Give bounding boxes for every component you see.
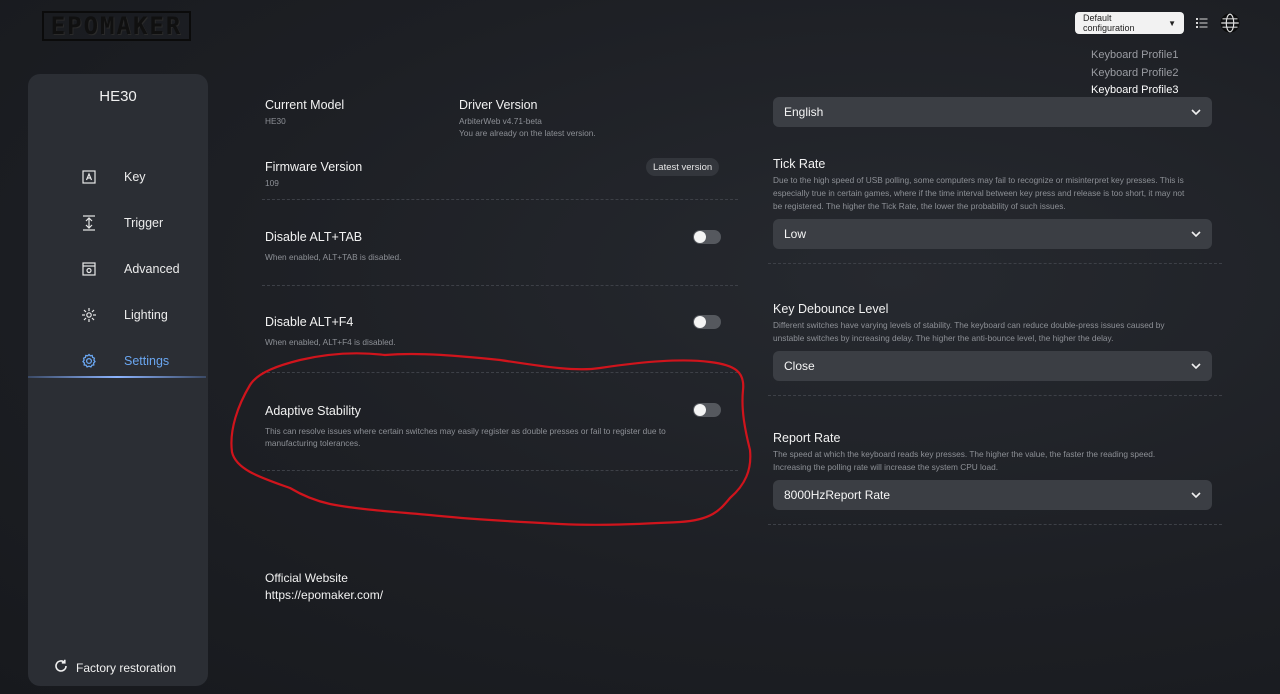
chevron-down-icon xyxy=(1191,490,1201,500)
trigger-icon xyxy=(80,214,98,232)
divider xyxy=(768,395,1222,396)
key-debounce-dropdown[interactable]: Close xyxy=(773,351,1212,381)
factory-restoration-button[interactable]: Factory restoration xyxy=(54,659,176,676)
disable-alt-tab-label: Disable ALT+TAB xyxy=(265,230,363,244)
sidebar-item-label: Settings xyxy=(124,354,170,368)
divider xyxy=(262,470,738,471)
tick-rate-description-cont: especially true in certain games, where … xyxy=(773,188,1185,198)
chevron-down-icon xyxy=(1191,107,1201,117)
current-model-label: Current Model xyxy=(265,98,345,112)
divider xyxy=(768,524,1222,525)
firmware-version-value: 109 xyxy=(265,178,279,188)
divider xyxy=(262,199,738,200)
sidebar-item-key[interactable]: Key xyxy=(28,154,208,200)
top-bar: Default configuration ▼ xyxy=(1075,12,1240,34)
globe-icon[interactable] xyxy=(1220,13,1240,33)
language-dropdown[interactable]: English xyxy=(773,97,1212,127)
divider xyxy=(262,285,738,286)
profile-item[interactable]: Keyboard Profile1 xyxy=(1091,47,1178,65)
report-rate-dropdown[interactable]: 8000HzReport Rate xyxy=(773,480,1212,510)
sidebar: HE30 Key Trigger Advanced Lighting Setti… xyxy=(28,74,208,686)
key-debounce-description: Different switches have varying levels o… xyxy=(773,320,1165,330)
sidebar-item-label: Advanced xyxy=(124,262,180,276)
divider xyxy=(768,263,1222,264)
configuration-select-value: Default configuration xyxy=(1083,13,1135,33)
sidebar-item-label: Trigger xyxy=(124,216,164,230)
chevron-down-icon xyxy=(1191,361,1201,371)
adaptive-stability-description-cont: manufacturing tolerances. xyxy=(265,438,361,448)
sidebar-item-trigger[interactable]: Trigger xyxy=(28,200,208,246)
tick-rate-description: Due to the high speed of USB polling, so… xyxy=(773,175,1184,185)
profile-list: Keyboard Profile1 Keyboard Profile2 Keyb… xyxy=(1091,47,1178,100)
sidebar-item-lighting[interactable]: Lighting xyxy=(28,292,208,338)
driver-status-text: You are already on the latest version. xyxy=(459,128,596,138)
sidebar-item-advanced[interactable]: Advanced xyxy=(28,246,208,292)
configuration-select[interactable]: Default configuration ▼ xyxy=(1075,12,1184,34)
key-debounce-value: Close xyxy=(784,359,815,373)
current-model-value: HE30 xyxy=(265,116,286,126)
lighting-icon xyxy=(80,306,98,324)
active-nav-indicator xyxy=(28,376,206,378)
tick-rate-dropdown[interactable]: Low xyxy=(773,219,1212,249)
official-website-link[interactable]: https://epomaker.com/ xyxy=(265,588,383,602)
adaptive-stability-toggle[interactable] xyxy=(693,403,721,417)
settings-icon xyxy=(80,352,98,370)
sidebar-model-name: HE30 xyxy=(99,88,137,105)
refresh-icon xyxy=(54,659,68,676)
language-value: English xyxy=(784,105,824,119)
report-rate-description-cont: Increasing the polling rate will increas… xyxy=(773,462,999,472)
firmware-version-label: Firmware Version xyxy=(265,160,363,174)
disable-alt-tab-toggle[interactable] xyxy=(693,230,721,244)
adaptive-stability-label: Adaptive Stability xyxy=(265,404,361,418)
advanced-icon xyxy=(80,260,98,278)
disable-alt-f4-label: Disable ALT+F4 xyxy=(265,315,354,329)
driver-version-label: Driver Version xyxy=(459,98,538,112)
driver-version-value: ArbiterWeb v4.71-beta xyxy=(459,116,542,126)
list-icon[interactable] xyxy=(1192,13,1212,33)
disable-alt-f4-toggle[interactable] xyxy=(693,315,721,329)
sidebar-item-label: Lighting xyxy=(124,308,168,322)
caret-down-icon: ▼ xyxy=(1168,18,1176,28)
key-debounce-label: Key Debounce Level xyxy=(773,302,889,316)
report-rate-label: Report Rate xyxy=(773,431,841,445)
profile-item[interactable]: Keyboard Profile2 xyxy=(1091,65,1178,83)
epomaker-logo: EPOMAKER xyxy=(42,11,191,41)
disable-alt-tab-description: When enabled, ALT+TAB is disabled. xyxy=(265,252,402,262)
factory-restoration-label: Factory restoration xyxy=(76,660,177,675)
disable-alt-f4-description: When enabled, ALT+F4 is disabled. xyxy=(265,337,396,347)
report-rate-description: The speed at which the keyboard reads ke… xyxy=(773,449,1156,459)
sidebar-nav: Key Trigger Advanced Lighting Settings xyxy=(28,154,208,384)
report-rate-value: 8000HzReport Rate xyxy=(784,488,891,502)
official-website-label: Official Website xyxy=(265,571,348,585)
key-icon xyxy=(80,168,98,186)
adaptive-stability-description: This can resolve issues where certain sw… xyxy=(265,426,666,436)
tick-rate-description-end: be registered. The higher the Tick Rate,… xyxy=(773,201,1066,211)
chevron-down-icon xyxy=(1191,229,1201,239)
latest-version-badge[interactable]: Latest version xyxy=(646,158,720,176)
key-debounce-description-cont: unstable switches by increasing delay. T… xyxy=(773,333,1114,343)
divider xyxy=(262,372,738,373)
tick-rate-label: Tick Rate xyxy=(773,157,826,171)
tick-rate-value: Low xyxy=(784,227,807,241)
sidebar-item-label: Key xyxy=(124,170,146,184)
